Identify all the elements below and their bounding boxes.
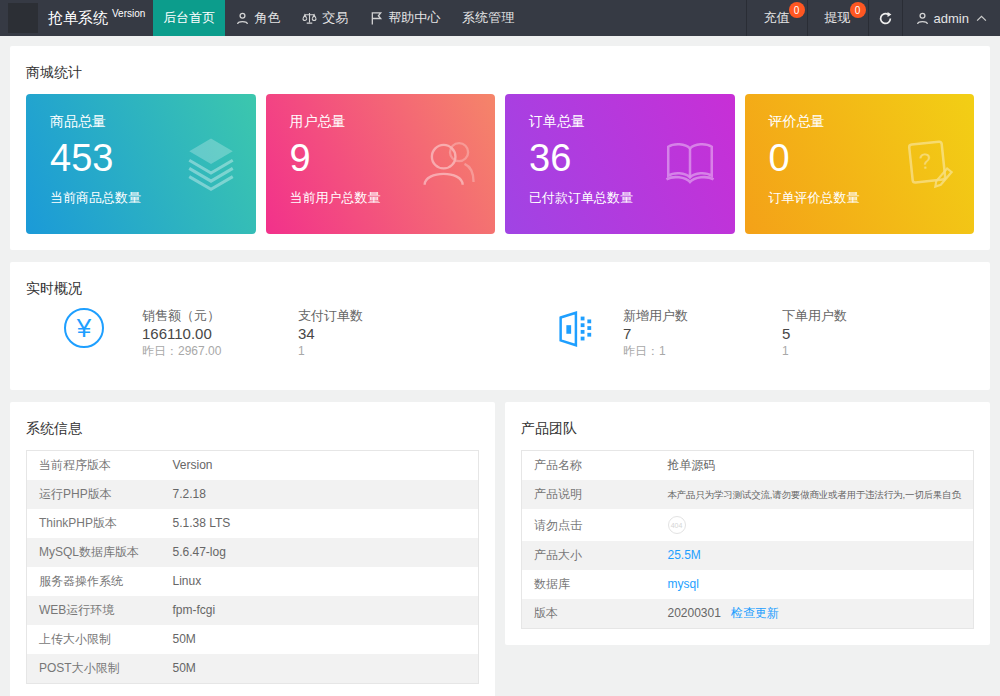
menu-item-roles[interactable]: 角色 [225, 0, 291, 36]
recharge-button[interactable]: 充值 0 [746, 0, 807, 36]
system-info-panel: 系统信息 当前程序版本Version运行PHP版本7.2.18ThinkPHP版… [10, 402, 495, 696]
table-row: POST大小限制50M [27, 654, 479, 684]
main-menu: 后台首页 角色 交易 帮助中心 系统管理 [153, 0, 525, 36]
user-icon [916, 12, 929, 25]
row-value: 5.1.38 LTS [161, 509, 479, 538]
menu-item-home[interactable]: 后台首页 [153, 0, 225, 36]
book-icon [661, 134, 719, 196]
product-team-table: 产品名称抢单源码产品说明本产品只为学习测试交流,请勿要做商业或者用于违法行为,一… [521, 450, 974, 629]
row-label: POST大小限制 [27, 654, 161, 684]
row-value: 50M [161, 625, 479, 654]
stat-card-orders: 订单总量 36 已付款订单总数量 [505, 94, 735, 234]
realtime-panel: 实时概况 ¥ 销售额（元） 166110.00 昨日：2967.00 支付订单数… [10, 262, 990, 390]
shop-stats-title: 商城统计 [26, 62, 974, 82]
stat-new-users: 新增用户数 7 昨日：1 [623, 308, 782, 358]
row-value: 7.2.18 [161, 480, 479, 509]
row-value: 404 [656, 509, 974, 541]
bottom-row: 系统信息 当前程序版本Version运行PHP版本7.2.18ThinkPHP版… [0, 402, 1000, 696]
row-label: 请勿点击 [522, 509, 656, 541]
row-value: Linux [161, 567, 479, 596]
row-value: fpm-fcgi [161, 596, 479, 625]
building-icon [525, 308, 623, 350]
stat-card-reviews: 评价总量 0 订单评价总数量 ? [745, 94, 975, 234]
product-team-panel: 产品团队 产品名称抢单源码产品说明本产品只为学习测试交流,请勿要做商业或者用于违… [505, 402, 990, 645]
stat-paid-orders: 支付订单数 34 1 [298, 308, 525, 358]
table-row: 上传大小限制50M [27, 625, 479, 654]
row-value: 本产品只为学习测试交流,请勿要做商业或者用于违法行为,一切后果自负 [656, 480, 974, 509]
row-label: 服务器操作系统 [27, 567, 161, 596]
table-row: 当前程序版本Version [27, 451, 479, 481]
row-value: Version [161, 451, 479, 481]
row-label: MySQL数据库版本 [27, 538, 161, 567]
table-row: 产品大小 25.5M [522, 541, 974, 570]
table-row: MySQL数据库版本5.6.47-log [27, 538, 479, 567]
brand-title: 抢单系统 Version [44, 0, 153, 36]
review-icon: ? [900, 134, 958, 196]
row-value: 50M [161, 654, 479, 684]
users-icon [421, 134, 479, 196]
product-team-title: 产品团队 [521, 418, 974, 438]
table-row: 版本20200301检查更新 [522, 599, 974, 629]
realtime-grid: ¥ 销售额（元） 166110.00 昨日：2967.00 支付订单数 34 1… [26, 308, 974, 358]
row-label: 当前程序版本 [27, 451, 161, 481]
withdraw-badge: 0 [850, 2, 866, 18]
username: admin [934, 11, 969, 26]
system-info-title: 系统信息 [26, 418, 479, 438]
yen-icon: ¥ [26, 308, 142, 348]
system-info-table: 当前程序版本Version运行PHP版本7.2.18ThinkPHP版本5.1.… [26, 450, 479, 684]
value-link[interactable]: 25.5M [668, 548, 701, 562]
table-row: WEB运行环境fpm-fcgi [27, 596, 479, 625]
menu-item-trade[interactable]: 交易 [291, 0, 359, 36]
row-label: 产品说明 [522, 480, 656, 509]
brand-version-tag: Version [112, 8, 145, 19]
refresh-icon [878, 11, 893, 26]
svg-text:?: ? [918, 148, 933, 174]
scales-icon [302, 12, 317, 25]
stat-card-products: 商品总量 453 当前商品总数量 [26, 94, 256, 234]
menu-item-system[interactable]: 系统管理 [451, 0, 525, 36]
check-update-link[interactable]: 检查更新 [731, 606, 779, 620]
row-label: 上传大小限制 [27, 625, 161, 654]
table-row: 服务器操作系统Linux [27, 567, 479, 596]
table-row: 产品名称抢单源码 [522, 451, 974, 481]
row-value: mysql [656, 570, 974, 599]
realtime-title: 实时概况 [26, 278, 974, 298]
row-label: 产品名称 [522, 451, 656, 481]
row-label: 数据库 [522, 570, 656, 599]
value-link[interactable]: mysql [668, 577, 699, 591]
recharge-badge: 0 [789, 2, 805, 18]
refresh-button[interactable] [868, 0, 902, 36]
chevron-up-icon [976, 15, 987, 22]
user-menu[interactable]: admin [902, 0, 1000, 36]
row-label: ThinkPHP版本 [27, 509, 161, 538]
row-label: 产品大小 [522, 541, 656, 570]
table-row: ThinkPHP版本5.1.38 LTS [27, 509, 479, 538]
navbar-right: 充值 0 提现 0 admin [746, 0, 1000, 36]
row-value: 抢单源码 [656, 451, 974, 481]
404-badge[interactable]: 404 [668, 516, 686, 534]
stat-cards: 商品总量 453 当前商品总数量 用户总量 9 当前用户总数量 订单总量 36 … [26, 94, 974, 234]
table-row: 数据库 mysql [522, 570, 974, 599]
table-row: 产品说明本产品只为学习测试交流,请勿要做商业或者用于违法行为,一切后果自负 [522, 480, 974, 509]
row-label: 版本 [522, 599, 656, 629]
menu-item-help[interactable]: 帮助中心 [359, 0, 451, 36]
top-navbar: 抢单系统 Version 后台首页 角色 交易 帮助中心 系统管理 [0, 0, 1000, 36]
person-icon [236, 12, 249, 25]
withdraw-button[interactable]: 提现 0 [807, 0, 868, 36]
stat-card-users: 用户总量 9 当前用户总数量 [266, 94, 496, 234]
brand-text: 抢单系统 [48, 9, 108, 28]
row-value: 25.5M [656, 541, 974, 570]
shop-stats-panel: 商城统计 商品总量 453 当前商品总数量 用户总量 9 当前用户总数量 订单总… [10, 46, 990, 250]
row-value: 5.6.47-log [161, 538, 479, 567]
flag-icon [370, 12, 383, 25]
stat-ordering-users: 下单用户数 5 1 [782, 308, 974, 358]
row-label: 运行PHP版本 [27, 480, 161, 509]
table-row: 请勿点击 404 [522, 509, 974, 541]
row-label: WEB运行环境 [27, 596, 161, 625]
table-row: 运行PHP版本7.2.18 [27, 480, 479, 509]
layers-icon [182, 134, 240, 196]
logo [8, 3, 38, 33]
stat-sales: 销售额（元） 166110.00 昨日：2967.00 [142, 308, 298, 358]
row-value: 20200301检查更新 [656, 599, 974, 629]
